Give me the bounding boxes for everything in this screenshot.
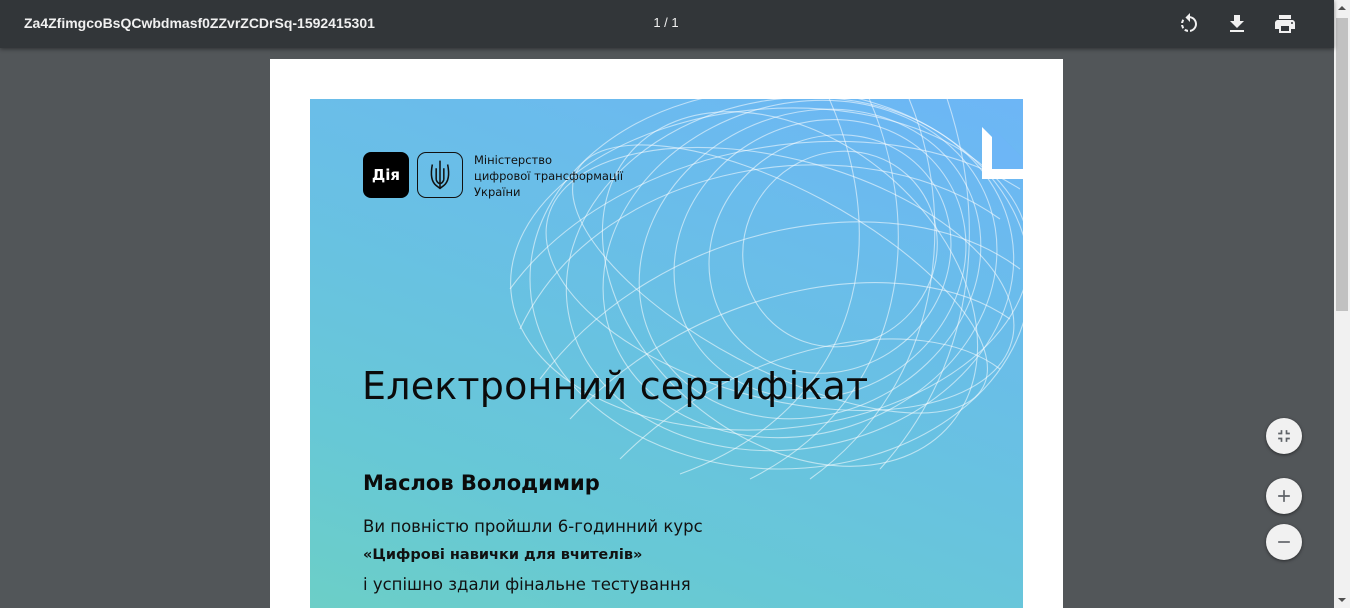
- page-indicator: 1 / 1: [653, 15, 679, 30]
- print-button[interactable]: [1273, 12, 1297, 36]
- ministry-name: Міністерство цифрової трансформації Укра…: [474, 152, 623, 200]
- download-icon: [1230, 15, 1244, 32]
- vertical-scrollbar[interactable]: [1334, 0, 1350, 608]
- scroll-down-arrow-icon[interactable]: [1334, 592, 1350, 608]
- print-icon: [1275, 15, 1295, 33]
- zoom-out-button[interactable]: [1266, 524, 1302, 560]
- diia-logo: Дія: [363, 152, 409, 198]
- document-title: Za4ZfimgcoBsQCwbdmasf0ZZvrZCDrSq-1592415…: [24, 15, 375, 31]
- certificate-title: Електронний сертифікат: [362, 364, 869, 408]
- fit-to-page-button[interactable]: [1266, 418, 1302, 454]
- scrollbar-thumb[interactable]: [1336, 18, 1348, 311]
- corner-fold-graphic: [982, 127, 1023, 179]
- pdf-toolbar: Za4ZfimgcoBsQCwbdmasf0ZZvrZCDrSq-1592415…: [0, 0, 1334, 48]
- zoom-out-icon: [1278, 541, 1290, 543]
- recipient-name: Маслов Володимир: [363, 471, 600, 495]
- download-button[interactable]: [1225, 12, 1249, 36]
- rotate-button[interactable]: [1177, 12, 1201, 36]
- course-name: «Цифрові навички для вчителів»: [363, 547, 643, 563]
- rotate-icon: [1181, 13, 1197, 32]
- zoom-in-button[interactable]: [1266, 478, 1302, 514]
- fit-to-page-icon: [1278, 430, 1290, 442]
- test-result-text: і успішно здали фінальне тестування: [363, 575, 691, 594]
- completion-text: Ви повністю пройшли 6-годинний курс: [363, 517, 703, 536]
- trident-emblem-icon: [417, 152, 463, 198]
- certificate: Дія Міністерство цифрової трансформації …: [310, 99, 1023, 608]
- ministry-line: Міністерство: [474, 153, 553, 167]
- ministry-line: цифрової трансформації: [474, 169, 624, 183]
- zoom-in-icon: [1278, 490, 1290, 502]
- pdf-page: Дія Міністерство цифрової трансформації …: [270, 59, 1063, 608]
- ministry-line: України: [474, 185, 521, 199]
- scroll-up-arrow-icon[interactable]: [1334, 0, 1350, 16]
